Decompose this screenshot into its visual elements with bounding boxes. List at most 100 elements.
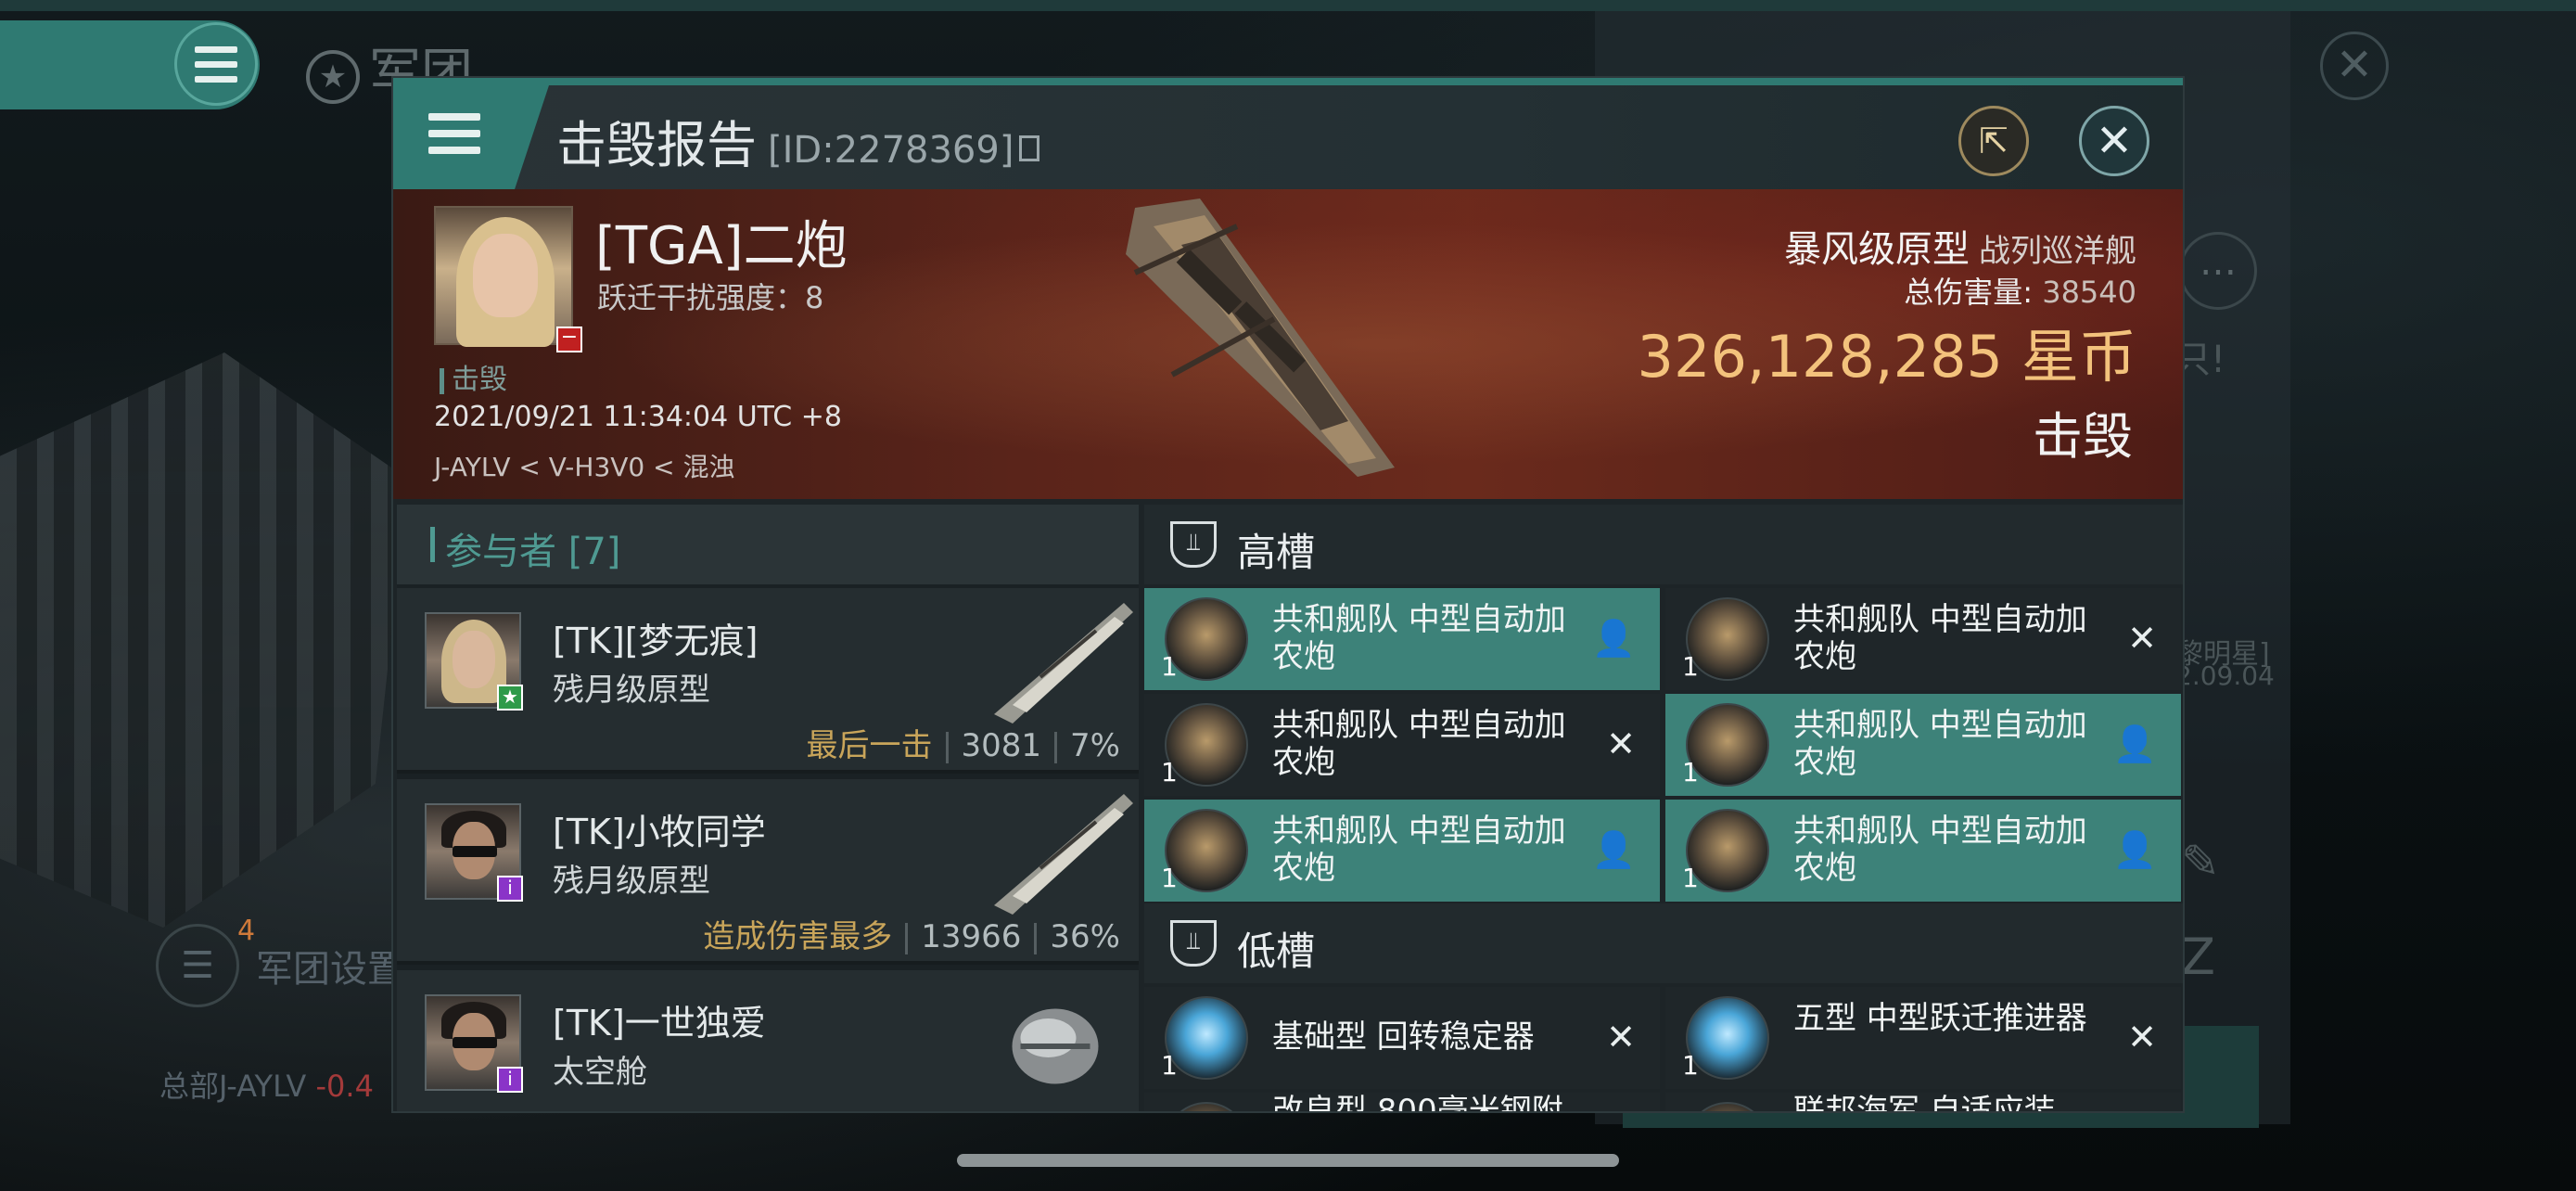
participant-ship-image [994, 603, 1133, 724]
low-slots-header: ⫫ 低槽 [1144, 903, 2183, 983]
module-item-partial[interactable]: 改良型 800毫米钢附 [1144, 1093, 1660, 1111]
top-accent-line [0, 0, 2576, 11]
module-item[interactable]: 1 共和舰队 中型自动加农炮 👤 [1665, 800, 2181, 902]
armor-plate-icon [1165, 1102, 1248, 1111]
isk-unit: 星币 [2021, 323, 2136, 391]
module-item[interactable]: 1 共和舰队 中型自动加农炮 👤 [1144, 588, 1660, 690]
module-item[interactable]: 1 共和舰队 中型自动加农炮 ✕ [1665, 588, 2181, 690]
participant-ship-image [994, 794, 1133, 915]
menu-icon [428, 113, 480, 158]
ship-class: 战列巡洋舰 [1979, 233, 2136, 270]
modal-header: 击毁报告 [ID:2278369] ⇱ ✕ [393, 85, 2183, 189]
participants-panel: 参与者 [7] ★ [TK][梦无痕] 残月级原型 最后一击 3081 7% i [… [397, 505, 1139, 1111]
stat-percent: 7% [1070, 727, 1120, 764]
destroyed-x-icon: ✕ [2127, 618, 2157, 659]
copy-icon[interactable] [1019, 135, 1040, 162]
home-indicator[interactable] [957, 1154, 1619, 1167]
participant-row[interactable]: i [TK]小牧同学 残月级原型 造成伤害最多 13966 36% [397, 779, 1139, 965]
high-slots-header: ⫫ 高槽 [1144, 505, 2183, 584]
victim-portrait[interactable] [434, 206, 573, 347]
participant-ship: 残月级原型 [553, 672, 710, 709]
low-slots-title: 低槽 [1237, 928, 1316, 974]
close-button[interactable]: ✕ [2079, 106, 2149, 176]
ship-type[interactable]: 暴风级原型 战列巡洋舰 [1784, 219, 2136, 273]
hq-security-value: -0.4 [315, 1069, 374, 1104]
hostile-standing-icon: − [556, 327, 582, 352]
sleep-settings-icon[interactable]: Z [2181, 928, 2215, 986]
module-quantity: 1 [1682, 651, 1699, 682]
victim-banner: − [TGA]二炮 跃迁干扰强度：8 击毁 2021/09/21 11:34:0… [393, 189, 2183, 499]
isk-value: 326,128,285 星币 [1638, 310, 2136, 393]
module-name: 联邦海军 自适应装 [1793, 1093, 2056, 1113]
more-options-icon[interactable]: … [2179, 232, 2257, 310]
module-name: 共和舰队 中型自动加农炮 [1793, 707, 2087, 781]
status-tag: 击毁 [440, 356, 507, 397]
participant-ship: 太空舱 [553, 1054, 647, 1091]
module-item[interactable]: 1 共和舰队 中型自动加农炮 👤 [1144, 800, 1660, 902]
legion-star-icon: ★ [306, 49, 360, 104]
dropped-person-icon: 👤 [1591, 829, 1636, 870]
module-name: 共和舰队 中型自动加农炮 [1272, 601, 1566, 675]
stat-label: 最后一击 [806, 727, 933, 764]
module-item[interactable]: 1 共和舰队 中型自动加农炮 ✕ [1144, 694, 1660, 796]
modal-title-text: 击毁报告 [556, 116, 757, 174]
module-item-partial[interactable]: 联邦海军 自适应装 [1665, 1093, 2181, 1113]
headquarters-info: 总部J-AYLV -0.4 [159, 1063, 374, 1106]
participants-header[interactable]: 参与者 [7] [397, 505, 1139, 584]
menu-icon [195, 45, 237, 83]
stat-label: 造成伤害最多 [703, 918, 893, 955]
low-slot-icon: ⫫ [1170, 920, 1217, 967]
high-slots-title: 高槽 [1237, 530, 1316, 575]
fitting-panel: ⫫ 高槽 1 共和舰队 中型自动加农炮 👤 1 共和舰队 中型自动加农炮 ✕ 1… [1144, 505, 2183, 1111]
legion-settings-label: 军团设置 [256, 948, 404, 991]
ship-name: 暴风级原型 [1784, 228, 1970, 271]
stat-damage: 13966 [921, 918, 1022, 955]
module-quantity: 1 [1682, 863, 1699, 893]
share-button[interactable]: ⇱ [1958, 106, 2029, 176]
high-slot-icon: ⫫ [1170, 521, 1217, 568]
background-side-text: 2.09.04 [2175, 660, 2275, 691]
module-item[interactable]: 1 基础型 回转稳定器 ✕ [1144, 987, 1660, 1089]
destroyed-x-icon: ✕ [2127, 1017, 2157, 1057]
module-name: 五型 中型跃迁推进器 [1793, 1000, 2087, 1037]
dropped-person-icon: 👤 [2112, 829, 2157, 870]
modal-title: 击毁报告 [ID:2278369] [556, 104, 1040, 177]
legion-settings-row[interactable]: ☰ 军团设置 [156, 924, 404, 1007]
notification-count: 4 [237, 915, 256, 947]
result-status: 击毁 [2033, 407, 2133, 466]
standing-info-icon: i [497, 876, 523, 902]
capsule-image [1012, 1008, 1099, 1084]
stat-damage: 3081 [961, 727, 1042, 764]
module-item[interactable]: 1 五型 中型跃迁推进器 ✕ [1665, 987, 2181, 1089]
participant-name: [TK]小牧同学 [553, 812, 766, 852]
module-name: 基础型 回转稳定器 [1272, 1018, 1535, 1056]
standing-star-icon: ★ [497, 685, 523, 711]
victim-name[interactable]: [TGA]二炮 [595, 204, 848, 279]
standing-info-icon: i [497, 1067, 523, 1093]
close-icon: ✕ [2095, 115, 2134, 167]
kill-location[interactable]: J-AYLV < V-H3V0 < 混浊 [434, 447, 735, 484]
participant-row[interactable]: ★ [TK][梦无痕] 残月级原型 最后一击 3081 7% [397, 588, 1139, 774]
warp-strength: 跃迁干扰强度：8 [597, 280, 824, 315]
module-name: 共和舰队 中型自动加农炮 [1793, 813, 2087, 887]
participant-stats: 造成伤害最多 13966 36% [703, 911, 1120, 956]
total-damage: 总伤害量: 38540 [1904, 269, 2136, 312]
module-quantity: 1 [1682, 757, 1699, 788]
ship-image[interactable] [1116, 189, 1432, 495]
total-damage-value: 38540 [2042, 275, 2136, 310]
participant-row[interactable]: i [TK]一世独爱 太空舱 [397, 970, 1139, 1111]
settings-menu-icon[interactable]: ☰ [156, 924, 239, 1007]
module-quantity: 1 [1161, 1050, 1178, 1081]
module-item[interactable]: 1 共和舰队 中型自动加农炮 👤 [1665, 694, 2181, 796]
module-quantity: 1 [1682, 1050, 1699, 1081]
participant-name: [TK][梦无痕] [553, 621, 759, 661]
background-menu-button[interactable] [174, 22, 258, 106]
dropped-person-icon: 👤 [2112, 724, 2157, 764]
module-quantity: 1 [1161, 863, 1178, 893]
module-name: 共和舰队 中型自动加农炮 [1272, 813, 1566, 887]
module-name: 共和舰队 中型自动加农炮 [1793, 601, 2087, 675]
edit-icon[interactable]: ✎ [2181, 835, 2220, 889]
participant-stats: 最后一击 3081 7% [807, 720, 1120, 765]
header-menu-button[interactable] [393, 85, 549, 189]
background-close-icon[interactable]: ✕ [2320, 32, 2389, 100]
